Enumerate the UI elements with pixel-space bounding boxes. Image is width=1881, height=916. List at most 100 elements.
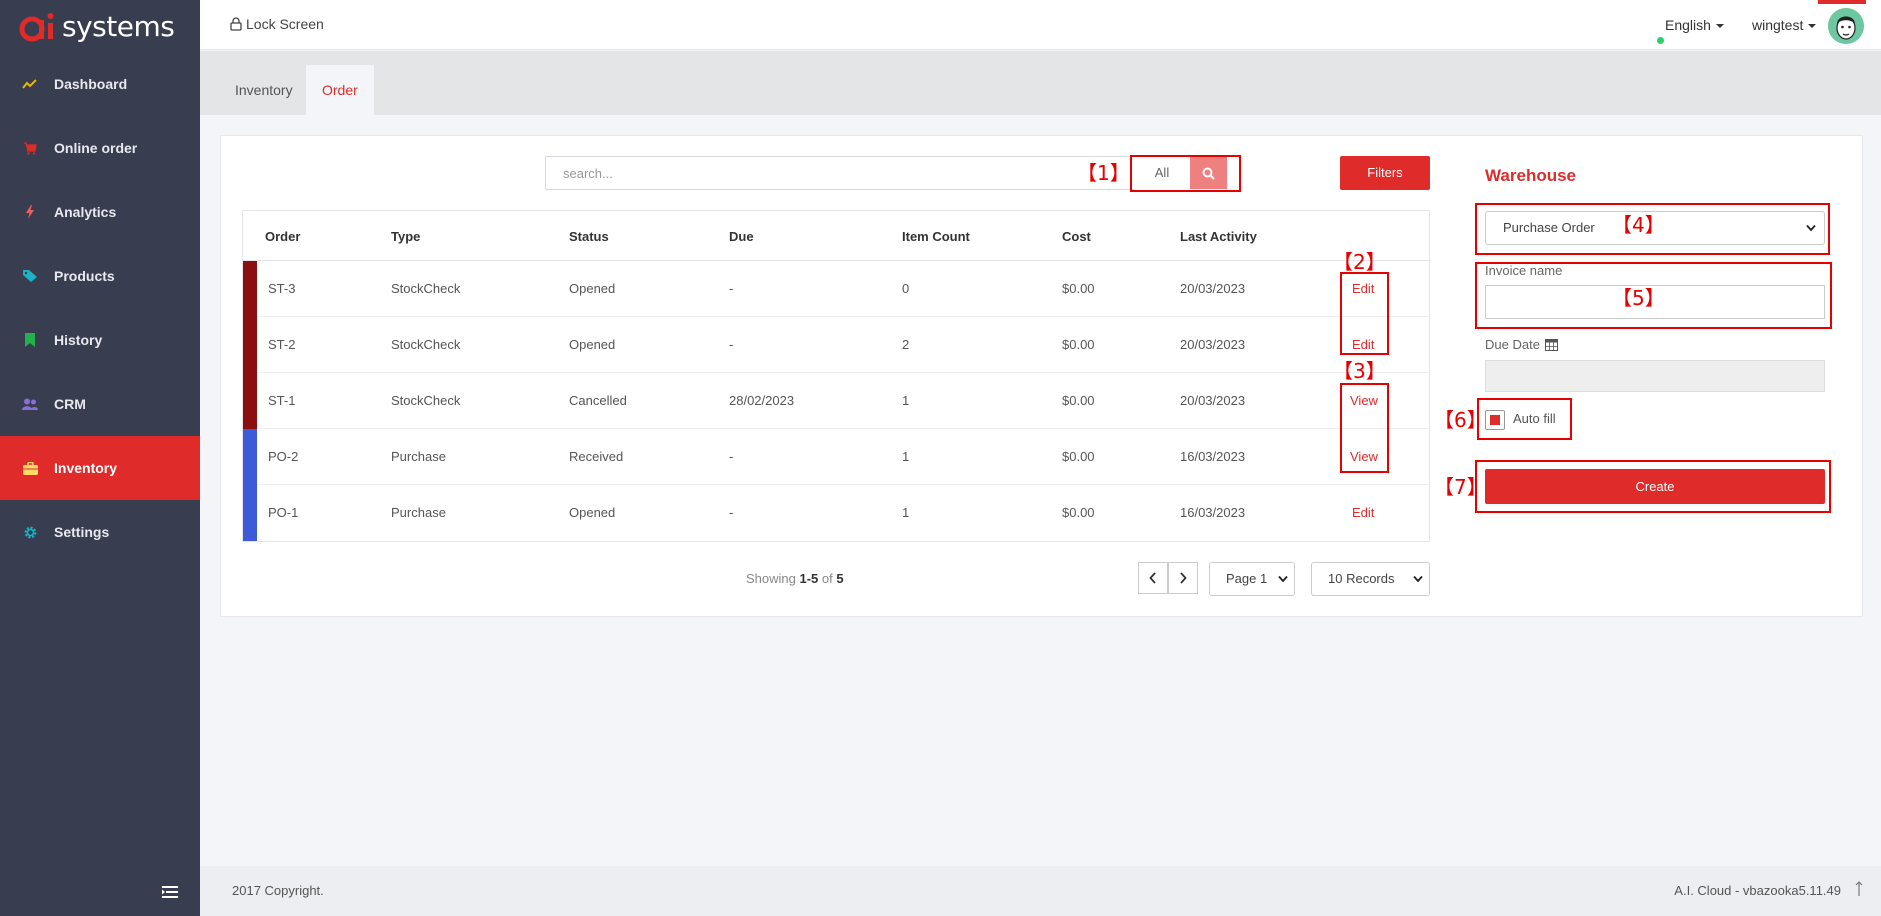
online-status-dot: [1656, 36, 1665, 45]
sidebar-item-products[interactable]: Products: [0, 244, 200, 308]
avatar[interactable]: [1828, 8, 1864, 44]
sidebar-nav: Dashboard Online order Analytics Product…: [0, 52, 200, 564]
chart-line-icon: [22, 76, 38, 92]
table-row[interactable]: PO-2 Purchase Received -1 $0.00 16/03/2023 Vie…: [243, 429, 1431, 485]
cell-last-activity: 20/03/2023: [1180, 393, 1246, 408]
row-type-indicator: [243, 429, 257, 485]
annotation-box-6: [1477, 398, 1572, 440]
scroll-to-top-icon[interactable]: [1855, 880, 1863, 896]
cell-due: -: [729, 449, 734, 464]
column-header-last-activity[interactable]: Last Activity: [1180, 229, 1257, 244]
chevron-right-icon: [1180, 572, 1187, 584]
next-page-button[interactable]: [1168, 562, 1198, 594]
cell-status: Received: [569, 449, 624, 464]
cell-status: Cancelled: [569, 393, 627, 408]
cell-type: Purchase: [391, 449, 446, 464]
top-header: Lock Screen English wingtest: [200, 0, 1881, 50]
cell-order: ST-1: [268, 393, 296, 408]
menu-toggle-icon[interactable]: [162, 886, 178, 898]
cell-order: PO-2: [268, 449, 299, 464]
annotation-label-2: 【2】: [1333, 250, 1386, 274]
sidebar-item-history[interactable]: History: [0, 308, 200, 372]
page-select-value: Page 1: [1226, 571, 1268, 586]
sidebar-item-inventory[interactable]: Inventory: [0, 436, 200, 500]
calendar-icon: [1544, 339, 1558, 351]
sidebar: systems Dashboard Online order Analytics…: [0, 0, 200, 916]
filters-button[interactable]: Filters: [1340, 156, 1430, 190]
sidebar-item-crm[interactable]: CRM: [0, 372, 200, 436]
row-type-indicator: [243, 485, 257, 541]
table-row[interactable]: ST-3 StockCheck Opened -0 $0.00 20/03/2023 Edi…: [243, 261, 1431, 317]
table-row[interactable]: ST-1 StockCheck Cancelled 28/02/2023 1 $0.00 2…: [243, 373, 1431, 429]
column-header-order[interactable]: Order: [265, 229, 300, 244]
language-dropdown[interactable]: English: [1665, 17, 1724, 33]
column-header-type[interactable]: Type: [391, 229, 420, 244]
cell-last-activity: 16/03/2023: [1180, 505, 1246, 520]
edit-link[interactable]: Edit: [1352, 505, 1374, 520]
brand-logo[interactable]: systems: [0, 0, 200, 52]
cell-due: -: [729, 281, 734, 296]
table-header: Order Type Status Due Item Count Cost La…: [243, 211, 1431, 261]
cell-status: Opened: [569, 281, 616, 296]
cell-type: Purchase: [391, 505, 446, 520]
lock-screen-button[interactable]: Lock Screen: [230, 16, 324, 32]
column-header-item-count[interactable]: Item Count: [902, 229, 970, 244]
lock-screen-label: Lock Screen: [246, 16, 324, 32]
showing-of: of: [821, 571, 833, 586]
tab-inventory[interactable]: Inventory: [219, 65, 309, 115]
sidebar-item-label: Settings: [54, 524, 110, 540]
caret-down-icon: [1808, 24, 1817, 29]
due-date-label: Due Date: [1485, 337, 1540, 352]
footer: 2017 Copyright. A.I. Cloud - vbazooka5.1…: [200, 866, 1881, 916]
due-date-input[interactable]: [1485, 360, 1825, 392]
records-select-value: 10 Records: [1328, 571, 1395, 586]
showing-count: Showing 1-5 of 5: [746, 571, 844, 586]
cell-cost: $0.00: [1062, 337, 1095, 352]
sidebar-item-settings[interactable]: Settings: [0, 500, 200, 564]
cell-cost: $0.00: [1062, 449, 1095, 464]
cell-item-count: 1: [902, 393, 910, 408]
sidebar-item-label: Online order: [54, 140, 138, 156]
showing-prefix: Showing: [746, 571, 796, 586]
prev-page-button[interactable]: [1138, 562, 1168, 594]
version-text: A.I. Cloud - vbazooka5.11.49: [1674, 883, 1841, 898]
row-type-indicator: [243, 261, 257, 317]
lock-icon: [230, 17, 242, 31]
tab-order[interactable]: Order: [306, 65, 374, 115]
cell-order: ST-3: [268, 281, 296, 296]
column-header-due[interactable]: Due: [729, 229, 754, 244]
showing-total: 5: [836, 571, 844, 586]
chevron-left-icon: [1149, 572, 1156, 584]
username-label: wingtest: [1752, 17, 1804, 33]
page-select[interactable]: Page 1: [1209, 562, 1295, 596]
table-row[interactable]: PO-1 Purchase Opened - 1 $0.00 16/03/2023 Edit: [243, 485, 1431, 541]
row-type-indicator: [243, 317, 257, 373]
column-header-status[interactable]: Status: [569, 229, 609, 244]
brand-name: systems: [62, 9, 175, 43]
cell-item-count: 2: [902, 337, 910, 352]
cell-last-activity: 16/03/2023: [1180, 449, 1246, 464]
tab-bar: Inventory Order: [200, 51, 1881, 115]
cell-item-count: 1: [902, 449, 910, 464]
annotation-box-3: [1340, 383, 1389, 473]
sidebar-item-dashboard[interactable]: Dashboard: [0, 52, 200, 116]
cell-cost: $0.00: [1062, 505, 1095, 520]
annotation-box-1: [1130, 155, 1241, 192]
row-type-indicator: [243, 373, 257, 429]
cell-order: PO-1: [268, 505, 299, 520]
sidebar-item-label: Inventory: [54, 460, 118, 476]
sidebar-item-label: CRM: [54, 396, 86, 412]
annotation-label-5: 【5】: [1612, 286, 1665, 310]
table-row[interactable]: ST-2 StockCheck Opened -2 $0.00 20/03/2023 Edi…: [243, 317, 1431, 373]
showing-range: 1-5: [799, 571, 819, 586]
search-input[interactable]: [545, 156, 1135, 190]
cell-item-count: 1: [902, 505, 910, 520]
sidebar-item-online-order[interactable]: Online order: [0, 116, 200, 180]
user-dropdown[interactable]: wingtest: [1752, 17, 1817, 33]
column-header-cost[interactable]: Cost: [1062, 229, 1091, 244]
records-per-page-select[interactable]: 10 Records: [1311, 562, 1430, 596]
sidebar-item-analytics[interactable]: Analytics: [0, 180, 200, 244]
ai-logo-icon: [19, 13, 54, 42]
bolt-icon: [22, 204, 38, 220]
orders-table: Order Type Status Due Item Count Cost La…: [242, 210, 1431, 542]
